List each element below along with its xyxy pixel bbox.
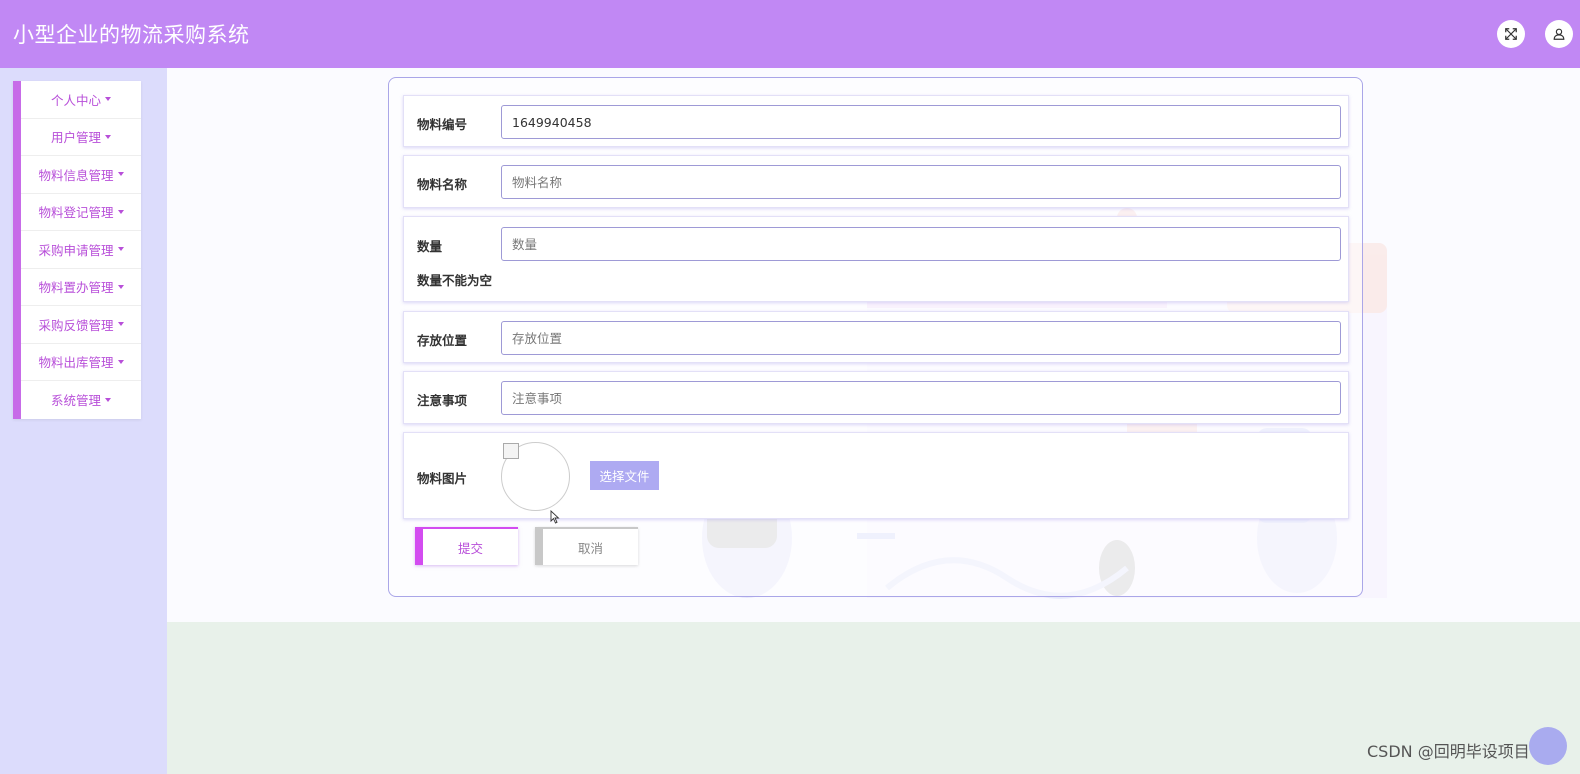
name-label: 物料名称	[417, 177, 468, 192]
caret-down-icon	[117, 322, 124, 327]
image-label: 物料图片	[417, 471, 468, 486]
caret-down-icon	[105, 97, 111, 102]
choose-file-button[interactable]: 选择文件	[590, 461, 659, 490]
sidebar-item-purchase-feedback[interactable]: 采购反馈管理	[21, 306, 141, 344]
sidebar-item-label: 物料登记管理	[38, 205, 114, 221]
sidebar-item-label: 用户管理	[50, 130, 101, 146]
broken-image-icon	[503, 443, 519, 459]
caret-down-icon	[117, 247, 124, 252]
caret-down-icon	[105, 134, 111, 139]
app-title: 小型企业的物流采购系统	[13, 23, 250, 47]
sidebar-item-personal-center[interactable]: 个人中心	[21, 81, 141, 119]
top-header: 小型企业的物流采购系统	[0, 0, 1580, 68]
notes-input[interactable]	[501, 381, 1341, 415]
sidebar-item-label: 物料信息管理	[38, 167, 114, 183]
user-button[interactable]	[1545, 20, 1573, 48]
sidebar-item-label: 物料出库管理	[38, 355, 114, 371]
sidebar-item-label: 个人中心	[50, 92, 101, 108]
form-row-location: 存放位置	[403, 311, 1349, 363]
form-row-code: 物料编号	[403, 95, 1349, 147]
sidebar-item-user-management[interactable]: 用户管理	[21, 119, 141, 156]
location-label: 存放位置	[417, 333, 468, 348]
caret-down-icon	[117, 172, 124, 177]
name-input[interactable]	[501, 165, 1341, 199]
form-row-image: 物料图片 选择文件	[403, 432, 1349, 519]
form-row-quantity: 数量 数量不能为空	[403, 216, 1349, 302]
sidebar-item-label: 采购反馈管理	[38, 317, 114, 333]
quantity-input[interactable]	[501, 227, 1341, 261]
caret-down-icon	[105, 397, 111, 402]
fullscreen-button[interactable]	[1497, 20, 1525, 48]
caret-down-icon	[117, 209, 124, 214]
sidebar-item-material-registration[interactable]: 物料登记管理	[21, 194, 141, 231]
quantity-error-message: 数量不能为空	[417, 273, 493, 288]
user-icon	[1553, 28, 1565, 40]
form-row-name: 物料名称	[403, 155, 1349, 208]
sidebar-item-system-management[interactable]: 系统管理	[21, 381, 141, 419]
cancel-button[interactable]: 取消	[535, 527, 638, 565]
notes-label: 注意事项	[417, 393, 468, 408]
location-input[interactable]	[501, 321, 1341, 355]
submit-button[interactable]: 提交	[415, 527, 518, 565]
code-input[interactable]	[501, 105, 1341, 139]
sidebar-item-purchase-request[interactable]: 采购申请管理	[21, 231, 141, 269]
sidebar-item-material-procurement[interactable]: 物料置办管理	[21, 269, 141, 306]
sidebar-item-material-outbound[interactable]: 物料出库管理	[21, 344, 141, 381]
sidebar-item-label: 物料置办管理	[38, 280, 114, 296]
sidebar-item-label: 采购申请管理	[38, 242, 114, 258]
material-form: 物料编号 物料名称 数量 数量不能为空 存放位置 注意事项 物料图片 选择文件 …	[388, 77, 1363, 597]
mouse-cursor-icon	[550, 510, 560, 524]
back-to-top-button[interactable]	[1529, 727, 1567, 765]
code-label: 物料编号	[417, 117, 468, 132]
form-row-notes: 注意事项	[403, 371, 1349, 424]
quantity-label: 数量	[417, 239, 443, 254]
sidebar-menu: 个人中心 用户管理 物料信息管理 物料登记管理 采购申请管理 物料置办管理 采购…	[13, 81, 141, 419]
fullscreen-icon	[1505, 28, 1517, 40]
sidebar-item-material-info[interactable]: 物料信息管理	[21, 156, 141, 194]
caret-down-icon	[117, 359, 124, 364]
watermark-text: CSDN @回明毕设项目	[1367, 742, 1530, 761]
sidebar-item-label: 系统管理	[50, 393, 101, 409]
caret-down-icon	[117, 284, 124, 289]
